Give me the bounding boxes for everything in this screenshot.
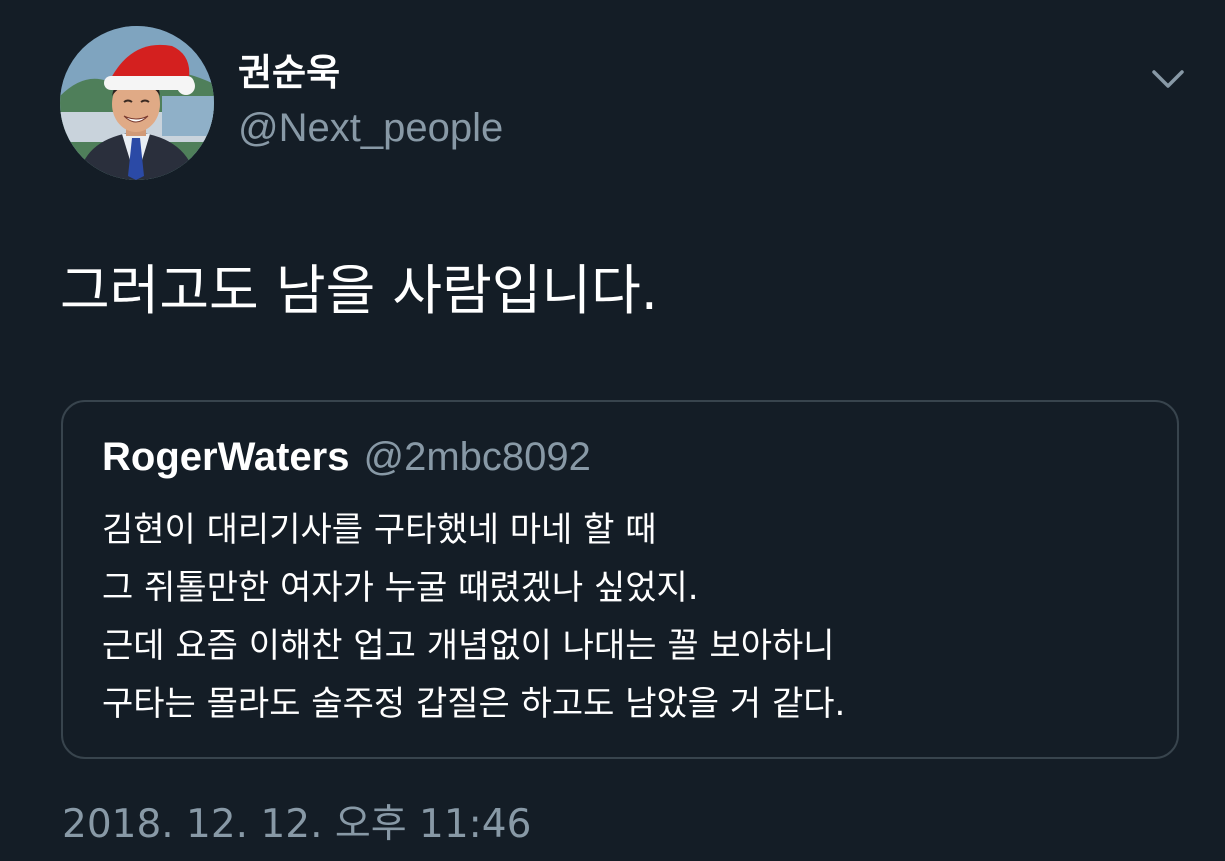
quoted-tweet-text: 김현이 대리기사를 구타했네 마네 할 때 그 쥐톨만한 여자가 누굴 때렸겠나…	[102, 501, 845, 733]
avatar[interactable]	[60, 26, 214, 180]
tweet-detail: 권순욱 @Next_people 그러고도 남을 사람입니다. RogerWat…	[0, 0, 1225, 861]
profile-photo	[60, 26, 214, 180]
quoted-tweet[interactable]: RogerWaters @2mbc8092 김현이 대리기사를 구타했네 마네 할…	[61, 400, 1179, 759]
quoted-text-line: 김현이 대리기사를 구타했네 마네 할 때	[102, 510, 657, 550]
quoted-author-name: RogerWaters	[102, 435, 350, 479]
quoted-text-line: 그 쥐톨만한 여자가 누굴 때렸겠나 싶었지.	[102, 568, 699, 608]
author-name[interactable]: 권순욱	[238, 50, 340, 96]
author-handle[interactable]: @Next_people	[238, 104, 503, 152]
quoted-text-line: 근데 요즘 이해찬 업고 개념없이 나대는 꼴 보아하니	[102, 626, 835, 666]
quoted-text-line: 구타는 몰라도 술주정 갑질은 하고도 남았을 거 같다.	[102, 684, 846, 724]
chevron-down-icon	[1152, 70, 1184, 88]
quoted-tweet-header: RogerWaters @2mbc8092	[102, 432, 591, 490]
tweet-text: 그러고도 남을 사람입니다.	[60, 259, 658, 322]
tweet-timestamp[interactable]: 2018. 12. 12. 오후 11:46	[62, 798, 531, 852]
tweet-menu-button[interactable]	[1146, 62, 1190, 98]
quoted-author-handle: @2mbc8092	[363, 435, 591, 479]
